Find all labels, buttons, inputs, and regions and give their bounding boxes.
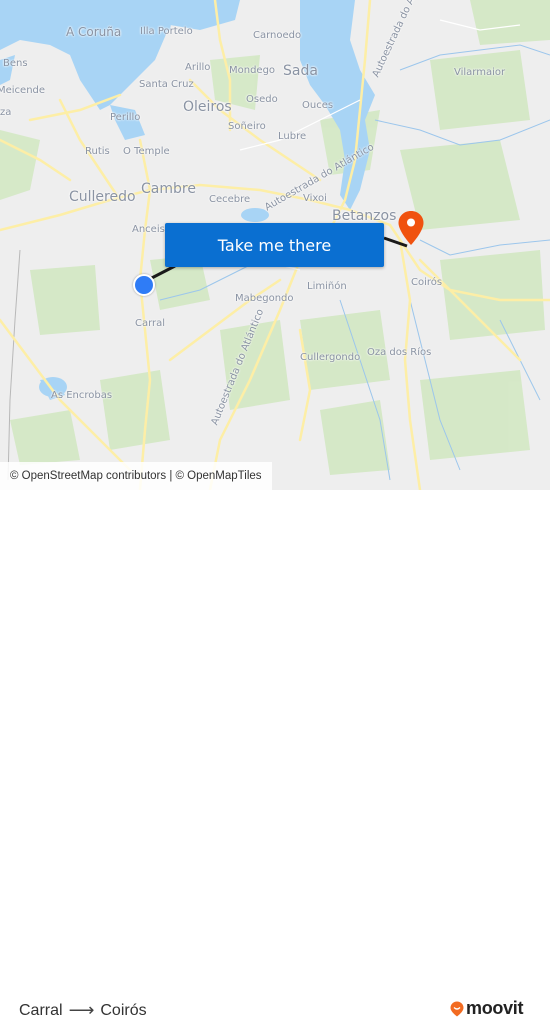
map-label-perillo: Perillo (110, 112, 141, 123)
map[interactable]: A Coruña Illa Portelo Carnoedo Bens Aril… (0, 0, 550, 490)
map-label-soneiro: Soñeiro (228, 121, 266, 132)
map-label-oleiros: Oleiros (183, 99, 232, 115)
route-summary: Carral ⟶ Coirós (19, 1000, 147, 1021)
map-label-coiros: Coirós (411, 277, 443, 288)
moovit-logo[interactable]: moovit (450, 998, 524, 1019)
map-label-carnoedo: Carnoedo (253, 30, 302, 41)
map-label-bens: Bens (3, 58, 28, 69)
map-label-sada: Sada (283, 63, 318, 79)
map-label-carral: Carral (135, 318, 166, 329)
map-label-osedo: Osedo (246, 94, 278, 105)
take-me-there-button[interactable]: Take me there (165, 223, 384, 267)
map-label-meicende: Meicende (0, 85, 46, 96)
map-label-za: za (0, 107, 12, 118)
map-label-mabegondo: Mabegondo (235, 293, 294, 304)
map-label-cecebre: Cecebre (209, 194, 251, 205)
origin-marker[interactable] (133, 274, 155, 296)
footer: Carral ⟶ Coirós moovit (0, 490, 550, 1020)
map-label-santa-cruz: Santa Cruz (139, 79, 194, 90)
forest-area (30, 265, 100, 335)
route-origin: Carral (19, 1001, 63, 1019)
map-label-culleredo: Culleredo (69, 189, 136, 205)
map-label-mondego: Mondego (229, 65, 276, 76)
map-label-o-temple: O Temple (123, 146, 170, 157)
destination-pin-icon[interactable] (397, 210, 425, 246)
map-label-lubre: Lubre (278, 131, 307, 142)
map-label-betanzos: Betanzos (332, 208, 397, 224)
map-label-a-coruna: A Coruña (66, 25, 122, 39)
map-label-cullergondo: Cullergondo (300, 352, 361, 363)
moovit-pin-icon (450, 1001, 464, 1016)
map-label-anceis: Anceis (132, 224, 165, 235)
map-label-liminon: Limiñón (307, 281, 347, 292)
map-label-vixoi: Vixoi (303, 193, 327, 204)
map-label-as-encrobas: As Encrobas (51, 390, 113, 401)
map-label-oza-dos-rios: Oza dos Ríos (367, 347, 432, 358)
map-label-rutis: Rutis (85, 146, 110, 157)
route-destination: Coirós (100, 1001, 147, 1019)
brand-name: moovit (466, 998, 524, 1018)
map-label-vilarmaior: Vilarmaior (454, 67, 506, 78)
map-label-arillo: Arillo (185, 62, 211, 73)
map-label-cambre: Cambre (141, 181, 196, 197)
map-label-ouces: Ouces (302, 100, 334, 111)
map-label-illa-portelo: Illa Portelo (140, 26, 193, 37)
map-attribution[interactable]: © OpenStreetMap contributors | © OpenMap… (0, 462, 272, 490)
arrow-right-icon: ⟶ (68, 1000, 95, 1020)
